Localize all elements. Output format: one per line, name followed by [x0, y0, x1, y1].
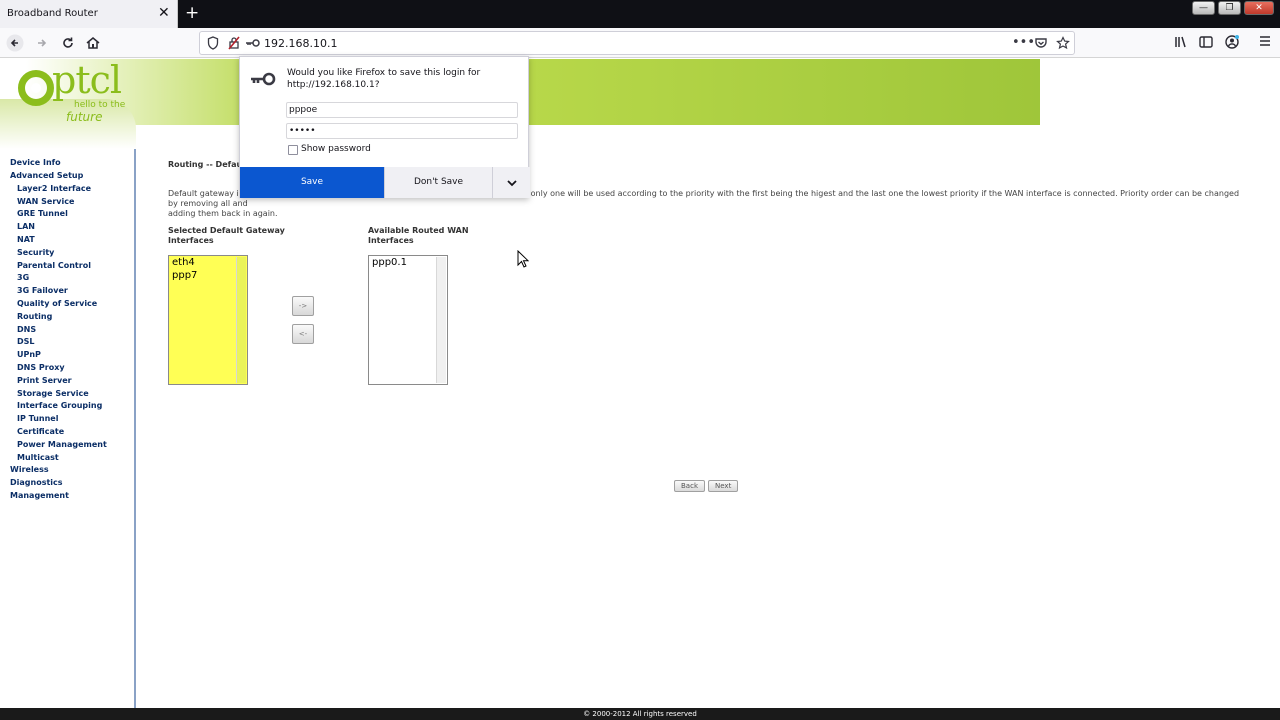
reload-icon[interactable] [59, 34, 77, 52]
sidebar-item-storage-service[interactable]: Storage Service [17, 389, 89, 398]
selected-interfaces-label: Selected Default Gateway Interfaces [168, 226, 285, 245]
sidebar-icon[interactable] [1197, 34, 1215, 52]
sidebar-item-certificate[interactable]: Certificate [17, 427, 64, 436]
tab-bar: Broadband Router ✕ + — ❐ ✕ [0, 0, 1280, 28]
sidebar-item-advanced-setup[interactable]: Advanced Setup [10, 171, 83, 180]
logo-tagline-future: future [66, 110, 103, 124]
tab-broadband-router[interactable]: Broadband Router ✕ [0, 0, 178, 28]
sidebar-menu: Device Info Advanced Setup Layer2 Interf… [0, 149, 136, 708]
sidebar-item-3g[interactable]: 3G [17, 273, 29, 282]
list-scrollbar[interactable] [236, 257, 246, 383]
ptcl-logo: ptcl hello to the future [14, 58, 134, 124]
sidebar-item-security[interactable]: Security [17, 248, 54, 257]
sidebar-item-print-server[interactable]: Print Server [17, 376, 72, 385]
minimize-button[interactable]: — [1192, 1, 1215, 15]
back-arrow-icon[interactable] [6, 34, 24, 52]
dont-save-button[interactable]: Don't Save [384, 167, 492, 198]
maximize-button[interactable]: ❐ [1218, 1, 1241, 15]
sidebar-item-diagnostics[interactable]: Diagnostics [10, 478, 63, 487]
sidebar-item-power-management[interactable]: Power Management [17, 440, 107, 449]
sidebar-item-ip-tunnel[interactable]: IP Tunnel [17, 414, 58, 423]
back-button[interactable]: Back [674, 480, 705, 492]
sidebar-item-dns[interactable]: DNS [17, 325, 36, 334]
password-field[interactable] [286, 123, 518, 139]
sidebar-item-interface-grouping[interactable]: Interface Grouping [17, 401, 102, 410]
sidebar-item-layer2-interface[interactable]: Layer2 Interface [17, 184, 91, 193]
key-icon[interactable] [244, 36, 260, 53]
sidebar-item-multicast[interactable]: Multicast [17, 453, 59, 462]
available-interfaces-label: Available Routed WAN Interfaces [368, 226, 469, 245]
sidebar-item-gre-tunnel[interactable]: GRE Tunnel [17, 209, 68, 218]
shield-icon[interactable] [207, 36, 219, 53]
sidebar-item-wan-service[interactable]: WAN Service [17, 197, 74, 206]
bookmark-star-icon[interactable] [1056, 36, 1070, 53]
sidebar-item-management[interactable]: Management [10, 491, 69, 500]
router-page: ptcl hello to the future Device Info Adv… [0, 58, 1280, 720]
key-icon [248, 69, 276, 93]
main-content: Routing -- Default Default gateway inte … [136, 125, 1280, 708]
logo-tagline: hello to the [74, 100, 126, 110]
chevron-down-icon[interactable] [492, 167, 530, 198]
save-login-popup: Would you like Firefox to save this logi… [239, 56, 530, 198]
forward-arrow-icon[interactable] [33, 34, 51, 52]
sidebar-item-wireless[interactable]: Wireless [10, 465, 49, 474]
library-icon[interactable] [1172, 34, 1190, 52]
show-password-label[interactable]: Show password [301, 144, 371, 154]
browser-window: Broadband Router ✕ + — ❐ ✕ 192.168.10.1 … [0, 0, 1280, 720]
sidebar-item-upnp[interactable]: UPnP [17, 350, 41, 359]
save-button[interactable]: Save [240, 167, 384, 198]
close-window-button[interactable]: ✕ [1244, 1, 1274, 15]
mouse-cursor-icon [517, 250, 529, 268]
sidebar-item-3g-failover[interactable]: 3G Failover [17, 286, 68, 295]
logo-dot [31, 83, 41, 93]
move-left-button[interactable]: <- [292, 324, 314, 344]
page-footer: © 2000-2012 All rights reserved [0, 708, 1280, 720]
save-login-message: Would you like Firefox to save this logi… [287, 68, 481, 90]
sidebar-item-dns-proxy[interactable]: DNS Proxy [17, 363, 65, 372]
sidebar-item-lan[interactable]: LAN [17, 222, 35, 231]
sidebar-item-parental-control[interactable]: Parental Control [17, 261, 91, 270]
tab-title: Broadband Router [7, 8, 98, 19]
description-part-3: adding them back in again. [168, 209, 278, 218]
username-field[interactable] [286, 102, 518, 118]
logo-text: ptcl [52, 58, 122, 102]
url-text[interactable]: 192.168.10.1 [264, 37, 337, 50]
pocket-icon[interactable] [1034, 36, 1048, 53]
page-title: Routing -- Default [168, 160, 249, 169]
address-bar[interactable]: 192.168.10.1 ••• [199, 31, 1075, 55]
sidebar-item-routing[interactable]: Routing [17, 312, 52, 321]
insecure-lock-icon[interactable] [228, 36, 240, 53]
page-actions-icon[interactable]: ••• [1012, 35, 1035, 50]
list-scrollbar[interactable] [436, 257, 446, 383]
account-icon[interactable] [1223, 34, 1241, 52]
navigation-toolbar: 192.168.10.1 ••• [0, 28, 1280, 58]
sidebar-item-nat[interactable]: NAT [17, 235, 35, 244]
show-password-checkbox[interactable] [288, 145, 298, 155]
next-button[interactable]: Next [708, 480, 739, 492]
available-interfaces-list[interactable]: ppp0.1 [368, 255, 448, 385]
new-tab-button[interactable]: + [185, 3, 199, 23]
hamburger-menu-icon[interactable] [1256, 34, 1274, 52]
selected-interfaces-list[interactable]: eth4 ppp7 [168, 255, 248, 385]
sidebar-item-quality-of-service[interactable]: Quality of Service [17, 299, 97, 308]
move-right-button[interactable]: -> [292, 296, 314, 316]
window-controls: — ❐ ✕ [1192, 1, 1274, 15]
sidebar-item-dsl[interactable]: DSL [17, 337, 35, 346]
sidebar-item-device-info[interactable]: Device Info [10, 158, 61, 167]
close-tab-icon[interactable]: ✕ [158, 5, 170, 21]
home-icon[interactable] [84, 34, 102, 52]
header-banner [520, 59, 1040, 125]
